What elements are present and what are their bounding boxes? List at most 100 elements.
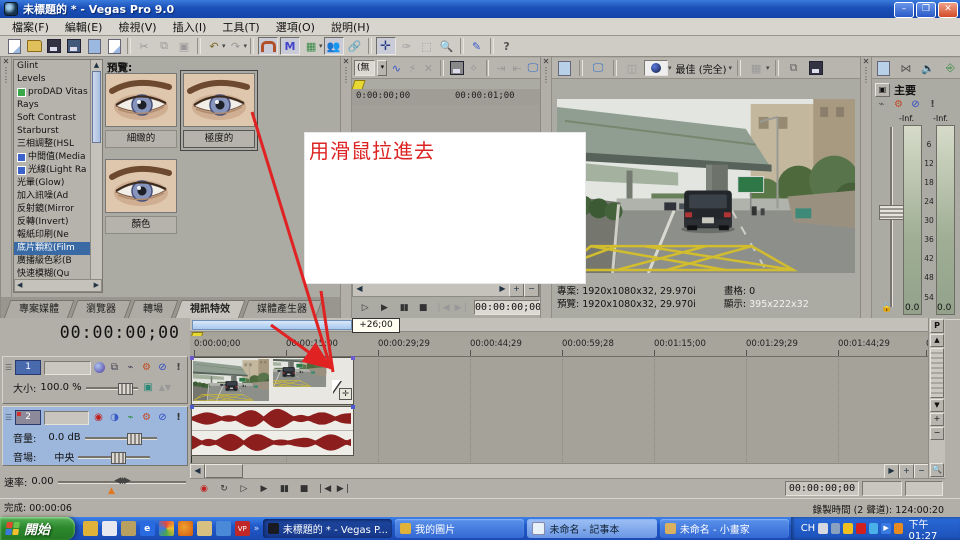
fx-panel-close-icon[interactable]: ✕: [3, 57, 10, 66]
fx-list-item[interactable]: Levels: [14, 73, 102, 86]
tray-printer-icon[interactable]: [818, 523, 828, 534]
fx-list-item[interactable]: 廣播級色彩(B: [14, 255, 102, 268]
tray-update-icon[interactable]: [894, 523, 904, 534]
track-grip-icon[interactable]: ☰: [5, 363, 12, 372]
automation-settings-icon[interactable]: ⌁: [124, 361, 137, 374]
bus-icon[interactable]: ▣: [875, 83, 890, 97]
bus-mute-icon[interactable]: ⊘: [909, 98, 922, 111]
dim-output-icon[interactable]: 🔉: [920, 60, 937, 76]
scroll-left-icon[interactable]: ◀: [353, 283, 366, 296]
play-button[interactable]: ▶: [254, 481, 274, 497]
audio-track-header[interactable]: ☰ 2 ◉ ◑ ⌁ ⚙ ⊘ ! 音量: 0.0 dB 音場: 中央: [2, 406, 188, 466]
zoom-tool-corner-icon[interactable]: 🔍: [930, 463, 944, 477]
bus-automation-icon[interactable]: ⌁: [875, 98, 888, 111]
quality-caret2[interactable]: ▾: [729, 64, 733, 72]
render-as-icon[interactable]: [65, 38, 83, 54]
bus-solo-icon[interactable]: !: [926, 98, 939, 111]
edit-details-icon[interactable]: [105, 38, 123, 54]
timeline-hscrollbar[interactable]: ◀ ▶ + −: [190, 463, 929, 478]
kf-monitor-icon[interactable]: 🖵: [527, 60, 539, 76]
fader-lock-icon[interactable]: 🔒: [881, 303, 892, 313]
scroll-right-icon[interactable]: ▶: [496, 283, 509, 296]
tray-media-player-icon[interactable]: ▶: [881, 523, 891, 534]
mixer-panel-close-icon[interactable]: ✕: [863, 57, 870, 66]
project-video-properties-icon[interactable]: [555, 60, 573, 76]
menu-view[interactable]: 檢視(V): [110, 18, 164, 36]
video-track-header[interactable]: ☰ 1 ⧉ ⌁ ⚙ ⊘ ! 大小: 100.0 % ▣ ▲▼: [2, 356, 188, 404]
zoom-in-icon[interactable]: +: [509, 282, 524, 297]
mixer-properties-icon[interactable]: [875, 60, 892, 76]
undo-icon[interactable]: ↶: [205, 38, 223, 54]
snap-toggle-icon[interactable]: [258, 37, 278, 55]
track-motion-icon[interactable]: ⧉: [108, 361, 121, 374]
fx-list-item[interactable]: Soft Contrast: [14, 112, 102, 125]
solo-icon[interactable]: !: [172, 411, 185, 424]
close-button[interactable]: ✕: [938, 2, 958, 18]
compositing-mode-icon[interactable]: [94, 362, 105, 373]
cursor-time-display[interactable]: 00:00:00;00: [60, 323, 180, 342]
tab-transitions[interactable]: 轉場: [131, 300, 175, 319]
minimize-button[interactable]: –: [894, 2, 914, 18]
overlay-grid-icon[interactable]: ▦: [747, 60, 765, 76]
record-button[interactable]: ◉: [194, 481, 214, 497]
fx-list-item[interactable]: 反射鏡(Mirror: [14, 203, 102, 216]
fx-list-item[interactable]: 光暈(Glow): [14, 177, 102, 190]
play-from-start-button[interactable]: ▷: [234, 481, 254, 497]
size-slider[interactable]: [86, 383, 138, 393]
scroll-thumb[interactable]: [92, 71, 101, 143]
preview-quality-icon[interactable]: [644, 60, 668, 76]
quicklaunch-vegas-icon[interactable]: VP: [235, 521, 250, 536]
video-clip[interactable]: [191, 357, 354, 405]
whats-this-help-icon[interactable]: ?: [498, 38, 516, 54]
kf-cursor-time[interactable]: 00:00:00;00: [474, 300, 540, 315]
scroll-right-icon[interactable]: ▶: [884, 464, 899, 479]
kf-delete-icon[interactable]: ✕: [422, 60, 434, 76]
zoom-out-icon[interactable]: −: [524, 282, 539, 297]
fx-list-item[interactable]: proDAD Vitas: [14, 86, 102, 99]
grid-caret[interactable]: ▾: [766, 64, 770, 72]
copy-icon[interactable]: ⧉: [155, 38, 173, 54]
menu-tools[interactable]: 工具(T): [214, 18, 267, 36]
save-frame-icon[interactable]: [807, 60, 825, 76]
quicklaunch-media-icon[interactable]: [216, 521, 231, 536]
preview-panel-close-icon[interactable]: ✕: [543, 57, 550, 66]
quicklaunch-folder-icon[interactable]: [83, 521, 98, 536]
fx-list-item[interactable]: 反轉(Invert): [14, 216, 102, 229]
master-fader[interactable]: [879, 127, 903, 307]
kf-next-keyframe-icon[interactable]: ▶❘: [453, 300, 471, 315]
quicklaunch-paint-icon[interactable]: [121, 521, 136, 536]
automation-settings-icon[interactable]: ⌁: [124, 411, 137, 424]
envelope-lock-caret[interactable]: ▾: [319, 42, 323, 50]
fx-list-hscroll[interactable]: ◀▶: [14, 279, 102, 292]
kf-ruler[interactable]: 0:00:00;00 00:00:01;00: [352, 89, 540, 106]
scroll-left-icon[interactable]: ◀: [190, 464, 205, 479]
kf-save-icon[interactable]: [450, 60, 464, 76]
envelope-lock-icon[interactable]: ▦: [302, 38, 320, 54]
zoom-tool-icon[interactable]: 🔍: [438, 38, 456, 54]
downmix-icon[interactable]: ⋈: [897, 60, 914, 76]
track-name-field[interactable]: [44, 411, 89, 425]
fader-thumb[interactable]: [879, 205, 905, 220]
track-fx-gear-icon[interactable]: ⚙: [140, 411, 153, 424]
restore-button[interactable]: ❐: [916, 2, 936, 18]
kf-preset-dropdown-arrow-icon[interactable]: ▾: [377, 60, 387, 76]
mixer-panel-grip[interactable]: ✕⋮⋮: [861, 57, 872, 319]
audio-clip[interactable]: [191, 406, 354, 456]
tray-pen-icon[interactable]: [831, 523, 841, 534]
kf-play-from-start-icon[interactable]: ▷: [356, 300, 374, 315]
redo-caret[interactable]: ▾: [244, 42, 248, 50]
kf-bracket-in-icon[interactable]: ⇥: [495, 60, 507, 76]
track-number[interactable]: 1: [15, 360, 41, 375]
zoom-in-time-icon[interactable]: +: [899, 464, 914, 479]
taskbar-window-my-pictures[interactable]: 我的圖片: [395, 519, 524, 538]
track-name-field[interactable]: [44, 361, 91, 375]
kf-sync-icon[interactable]: ⚡: [406, 60, 418, 76]
copy-frame-icon[interactable]: ⧉: [785, 60, 803, 76]
auto-ripple-icon[interactable]: M: [280, 37, 300, 55]
quicklaunch-folder2-icon[interactable]: [197, 521, 212, 536]
cut-icon[interactable]: ✂: [135, 38, 153, 54]
fx-list-item-selected[interactable]: 底片顆粒(Film: [14, 242, 102, 255]
volume-slider[interactable]: [85, 433, 157, 443]
fx-list-item[interactable]: Starburst: [14, 125, 102, 138]
scroll-down-icon[interactable]: ▼: [930, 399, 944, 412]
